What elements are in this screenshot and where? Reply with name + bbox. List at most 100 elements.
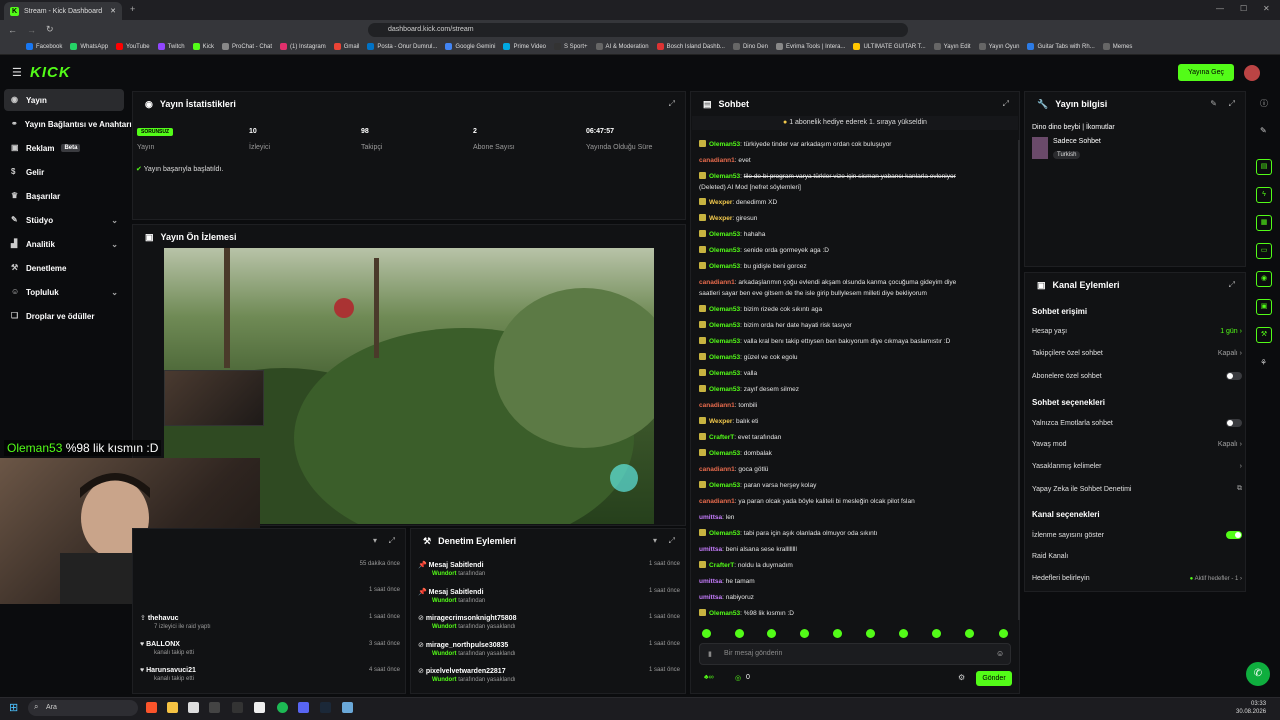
- chat-username[interactable]: Oleman53: [709, 354, 740, 361]
- bookmark-item[interactable]: YouTube: [116, 43, 150, 50]
- chat-username[interactable]: umittsa: [699, 594, 722, 601]
- maximize-icon[interactable]: ☐: [1240, 4, 1247, 13]
- chat-username[interactable]: Oleman53: [709, 231, 740, 238]
- avatar[interactable]: [1244, 65, 1260, 81]
- rail-message-button[interactable]: ▭: [1256, 243, 1272, 259]
- popout-icon[interactable]: ⤢: [1229, 99, 1235, 109]
- rail-chat-button[interactable]: ▤: [1256, 159, 1272, 175]
- minimize-icon[interactable]: —: [1216, 4, 1224, 13]
- chat-username[interactable]: CrafterT: [709, 434, 734, 441]
- emote-icon[interactable]: [899, 629, 908, 638]
- bookmark-item[interactable]: Memes: [1102, 43, 1132, 50]
- chat-users-icon[interactable]: ♣∞: [704, 674, 714, 681]
- sidebar-item-yayin[interactable]: ◉ Yayın: [4, 89, 124, 111]
- help-chat-button[interactable]: ✆: [1246, 662, 1270, 686]
- tag-badge[interactable]: Turkish: [1053, 151, 1081, 159]
- new-tab-icon[interactable]: +: [130, 4, 135, 14]
- chat-username[interactable]: canadiann1: [699, 157, 735, 164]
- windows-start-icon[interactable]: ⊞: [9, 701, 18, 714]
- chat-username[interactable]: Wexper: [709, 215, 732, 222]
- chat-settings-icon[interactable]: ⚙: [958, 673, 965, 682]
- bookmark-item[interactable]: ULTIMATE GUITAR T...: [853, 43, 926, 50]
- rail-wrench-button[interactable]: ⚒: [1256, 327, 1272, 343]
- chat-username[interactable]: Oleman53: [709, 386, 740, 393]
- chat-username[interactable]: canadiann1: [699, 402, 735, 409]
- ai-mod-row[interactable]: Yapay Zeka ile Sohbet Denetimi ⧉: [1032, 485, 1242, 493]
- chat-username[interactable]: umittsa: [699, 578, 722, 585]
- emote-icon[interactable]: [702, 629, 711, 638]
- emote-icon[interactable]: [833, 629, 842, 638]
- sidebar-item-moderation[interactable]: ⚒ Denetleme: [4, 257, 124, 279]
- settings-icon[interactable]: [342, 702, 353, 713]
- menu-icon[interactable]: ☰: [12, 66, 22, 79]
- discord-icon[interactable]: [298, 702, 309, 713]
- bookmark-item[interactable]: AI & Moderation: [595, 43, 649, 50]
- chat-username[interactable]: umittsa: [699, 514, 722, 521]
- filter-icon[interactable]: ▾: [653, 536, 657, 545]
- epic-icon[interactable]: [254, 702, 265, 713]
- sidebar-item-revenue[interactable]: $ Gelir: [4, 161, 124, 183]
- kick-logo[interactable]: KICK: [30, 64, 71, 81]
- notepad-icon[interactable]: [188, 702, 199, 713]
- chat-scrollbar[interactable]: [1018, 140, 1020, 620]
- bookmark-item[interactable]: ProChat - Chat: [221, 43, 272, 50]
- chat-username[interactable]: Oleman53: [709, 338, 740, 345]
- brave-icon[interactable]: [146, 702, 157, 713]
- bookmark-item[interactable]: (1) Instagram: [280, 43, 326, 50]
- sidebar-item-achievements[interactable]: ♛ Başarılar: [4, 185, 124, 207]
- chat-username[interactable]: Oleman53: [709, 173, 740, 180]
- bookmark-item[interactable]: Bosch Island Dashb...: [656, 43, 725, 50]
- chat-username[interactable]: Oleman53: [709, 141, 740, 148]
- slow-mode-row[interactable]: Yavaş mod Kapalı ›: [1032, 441, 1242, 448]
- url-input[interactable]: dashboard.kick.com/stream: [368, 23, 908, 37]
- banned-words-row[interactable]: Yasaklanmış kelimeler ›: [1032, 463, 1242, 470]
- chat-username[interactable]: Oleman53: [709, 263, 740, 270]
- emote-icon[interactable]: [932, 629, 941, 638]
- sidebar-item-ads[interactable]: ▣ Reklam Beta: [4, 137, 124, 159]
- bookmark-item[interactable]: Kick: [192, 43, 214, 50]
- browser-tab[interactable]: K Stream - Kick Dashboard ✕: [4, 2, 122, 20]
- chat-username[interactable]: canadiann1: [699, 498, 735, 505]
- emote-icon[interactable]: [999, 629, 1008, 638]
- back-icon[interactable]: ←: [8, 25, 17, 35]
- sidebar-item-drops[interactable]: ❏ Droplar ve ödüller: [4, 305, 124, 327]
- show-viewers-toggle[interactable]: [1226, 531, 1242, 539]
- rail-panel-button[interactable]: ▦: [1256, 215, 1272, 231]
- chat-username[interactable]: Oleman53: [709, 322, 740, 329]
- bookmark-item[interactable]: Yayın Oyun: [978, 43, 1019, 50]
- bookmark-item[interactable]: Posta - Onur Dumrul...: [367, 43, 437, 50]
- chat-username[interactable]: umittsa: [699, 546, 722, 553]
- popout-icon[interactable]: ⤢: [1003, 99, 1009, 109]
- chat-username[interactable]: CrafterT: [709, 562, 734, 569]
- chat-username[interactable]: Oleman53: [709, 482, 740, 489]
- taskbar-search[interactable]: Ara: [28, 700, 138, 716]
- chat-username[interactable]: Wexper: [709, 199, 732, 206]
- emote-icon[interactable]: [866, 629, 875, 638]
- chat-username[interactable]: Oleman53: [709, 450, 740, 457]
- rail-record-button[interactable]: ◉: [1256, 271, 1272, 287]
- emoji-icon[interactable]: ☺: [996, 649, 1004, 658]
- chat-username[interactable]: Oleman53: [709, 306, 740, 313]
- folder-icon[interactable]: [167, 702, 178, 713]
- close-window-icon[interactable]: ✕: [1263, 4, 1270, 13]
- follower-chat-row[interactable]: Takipçilere özel sohbet Kapalı ›: [1032, 350, 1242, 357]
- bot-icon[interactable]: ⚘: [1260, 358, 1267, 367]
- send-button[interactable]: Gönder: [976, 671, 1012, 686]
- bookmark-item[interactable]: Dino Den: [732, 43, 768, 50]
- bookmark-item[interactable]: Gmail: [333, 43, 359, 50]
- category-name[interactable]: Sadece Sohbet: [1053, 138, 1101, 145]
- chat-username[interactable]: Oleman53: [709, 370, 740, 377]
- rail-bolt-button[interactable]: ϟ: [1256, 187, 1272, 203]
- popout-icon[interactable]: ⤢: [669, 536, 675, 546]
- info-icon[interactable]: ⓘ: [1260, 98, 1268, 109]
- app-icon[interactable]: [209, 702, 220, 713]
- bookmark-item[interactable]: Facebook: [26, 43, 62, 50]
- chat-username[interactable]: Oleman53: [709, 610, 740, 617]
- raid-row[interactable]: Raid Kanalı: [1032, 553, 1242, 560]
- go-live-button[interactable]: Yayına Geç: [1178, 64, 1234, 81]
- sidebar-item-community[interactable]: ☺ Topluluk ⌄: [4, 281, 124, 303]
- goals-row[interactable]: Hedefleri belirleyin ● Aktif hedefler - 1…: [1032, 575, 1242, 582]
- bookmark-item[interactable]: WhatsApp: [70, 43, 108, 50]
- emote-icon[interactable]: [800, 629, 809, 638]
- emote-icon[interactable]: [735, 629, 744, 638]
